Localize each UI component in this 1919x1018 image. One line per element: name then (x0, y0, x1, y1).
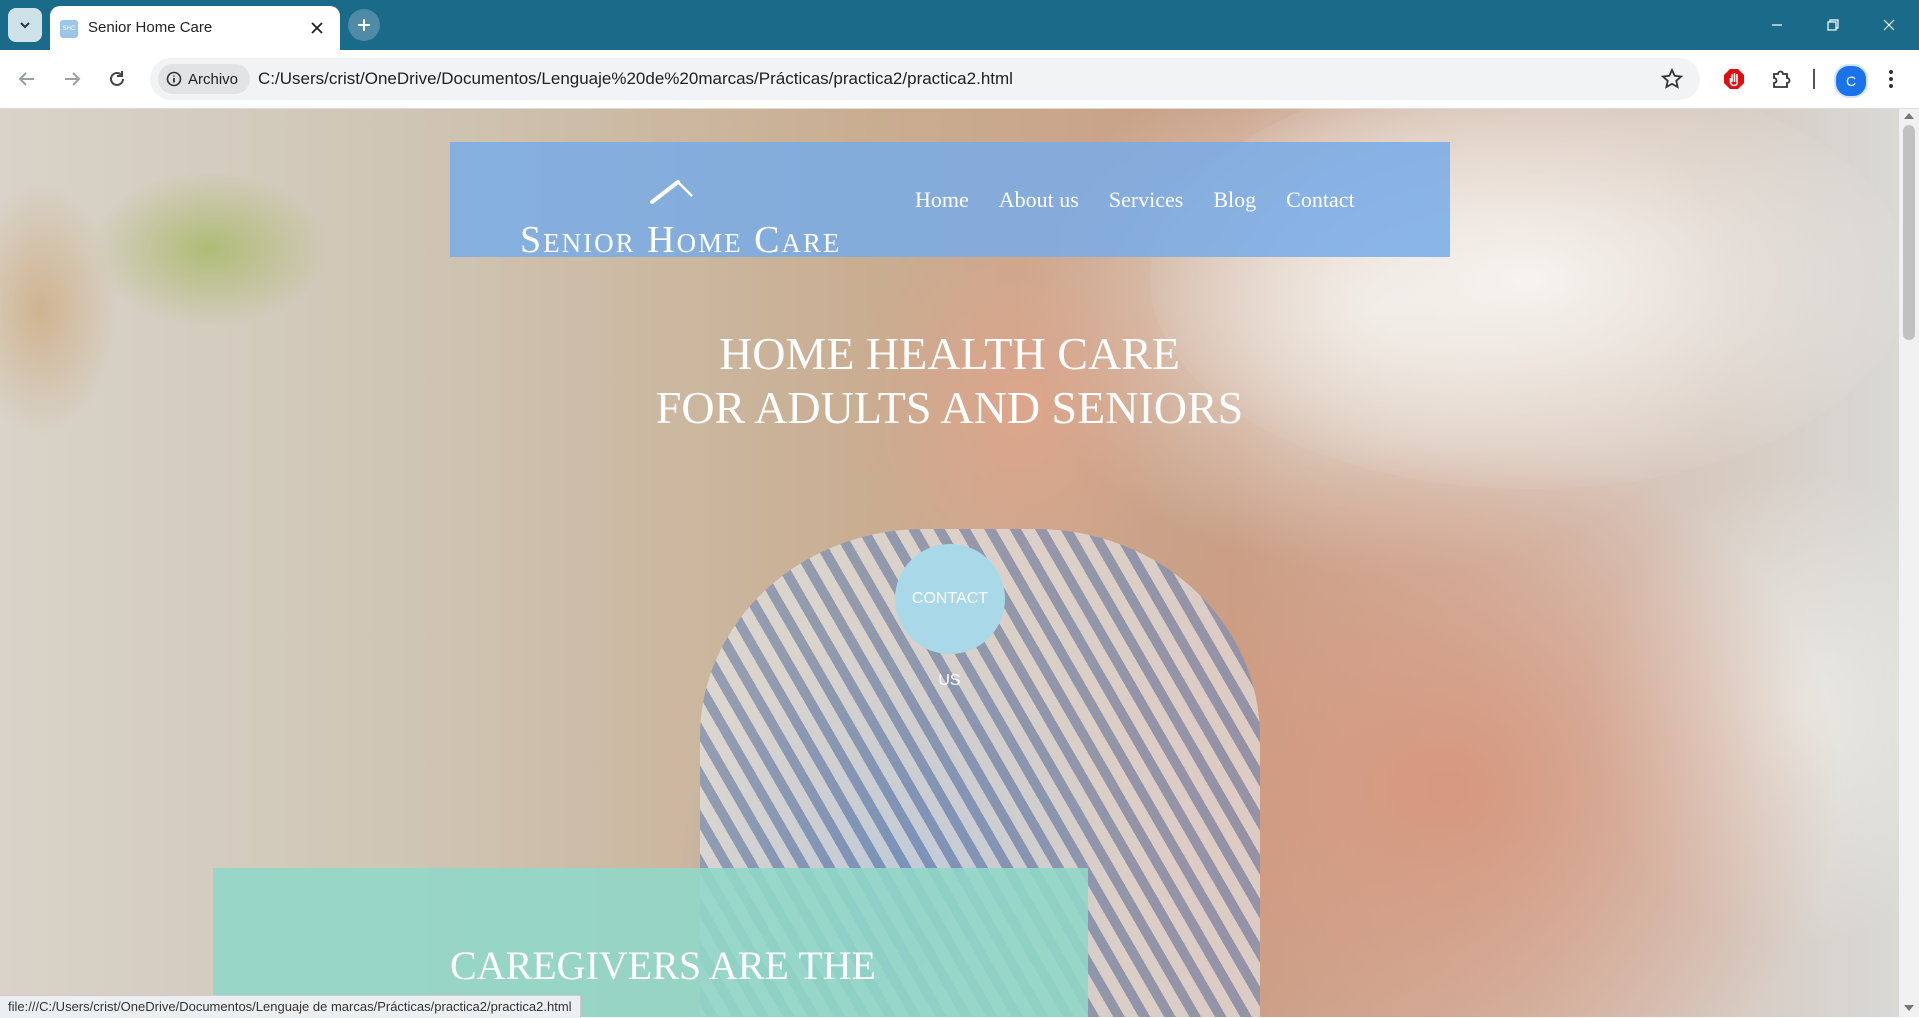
contact-us-button[interactable]: CONTACT (895, 544, 1005, 654)
bookmark-star-button[interactable] (1660, 67, 1684, 91)
site-info-label: Archivo (188, 70, 239, 88)
chevron-down-icon (20, 22, 30, 29)
scroll-up-arrow-icon[interactable] (1904, 113, 1914, 119)
address-bar[interactable]: Archivo C:/Users/crist/OneDrive/Document… (150, 58, 1700, 100)
kebab-menu-icon (1889, 70, 1893, 88)
nav-blog-link[interactable]: Blog (1213, 187, 1256, 213)
close-icon (1883, 19, 1895, 31)
site-header: Senior Home Care Home About us Services … (450, 142, 1450, 261)
profile-avatar[interactable]: C (1834, 64, 1868, 98)
scrollbar-thumb[interactable] (1903, 125, 1915, 340)
puzzle-icon (1773, 70, 1791, 88)
nav-about-link[interactable]: About us (999, 187, 1079, 213)
url-text[interactable]: C:/Users/crist/OneDrive/Documentos/Lengu… (258, 69, 1013, 89)
reload-icon (110, 71, 124, 86)
link-status-bar: file:///C:/Users/crist/OneDrive/Document… (0, 995, 581, 1018)
close-icon (311, 22, 323, 34)
roof-logo-icon (650, 180, 693, 204)
tab-title: Senior Home Care (88, 19, 213, 36)
scroll-down-arrow-icon[interactable] (1904, 1005, 1914, 1011)
nav-contact-link[interactable]: Contact (1286, 187, 1354, 213)
menu-button[interactable] (1876, 64, 1906, 94)
extensions-button[interactable] (1766, 64, 1796, 94)
back-button[interactable] (11, 63, 43, 95)
arrow-left-icon (18, 72, 34, 86)
site-info-chip[interactable]: Archivo (158, 64, 251, 94)
browser-toolbar: Archivo C:/Users/crist/OneDrive/Document… (0, 50, 1919, 109)
restore-icon (1827, 19, 1839, 31)
forward-button[interactable] (56, 63, 88, 95)
star-icon (1660, 67, 1684, 89)
nav-services-link[interactable]: Services (1109, 187, 1184, 213)
new-tab-button[interactable] (348, 9, 380, 41)
close-window-button[interactable] (1874, 10, 1904, 40)
info-icon (166, 71, 182, 87)
hero-title-line2: FOR ADULTS AND SENIORS (655, 382, 1244, 433)
nav-home-link[interactable]: Home (915, 187, 969, 213)
adblock-extension-button[interactable] (1719, 64, 1749, 94)
plus-icon (358, 19, 370, 31)
tab-search-button[interactable] (8, 8, 42, 42)
browser-tab[interactable]: SHC Senior Home Care (50, 6, 340, 50)
favicon-icon: SHC (60, 20, 78, 38)
toolbar-separator (1813, 69, 1815, 89)
restore-button[interactable] (1818, 10, 1848, 40)
logo-text: Senior Home Care (520, 219, 842, 261)
tab-strip: SHC Senior Home Care (0, 0, 1919, 50)
stop-hand-icon (1724, 69, 1744, 89)
main-nav: Home About us Services Blog Contact (915, 187, 1355, 213)
contact-button-overflow-text[interactable]: US (0, 672, 1899, 690)
arrow-right-icon (65, 72, 81, 86)
minimize-icon (1772, 24, 1782, 26)
reload-button[interactable] (101, 63, 133, 95)
minimize-button[interactable] (1762, 10, 1792, 40)
contact-button-label: CONTACT (911, 590, 989, 607)
caregivers-heading: CAREGIVERS ARE THE (450, 943, 876, 988)
hero-title-line1: HOME HEALTH CARE (719, 328, 1180, 379)
page-viewport: Senior Home Care Home About us Services … (0, 109, 1899, 1017)
tab-close-button[interactable] (304, 15, 330, 41)
